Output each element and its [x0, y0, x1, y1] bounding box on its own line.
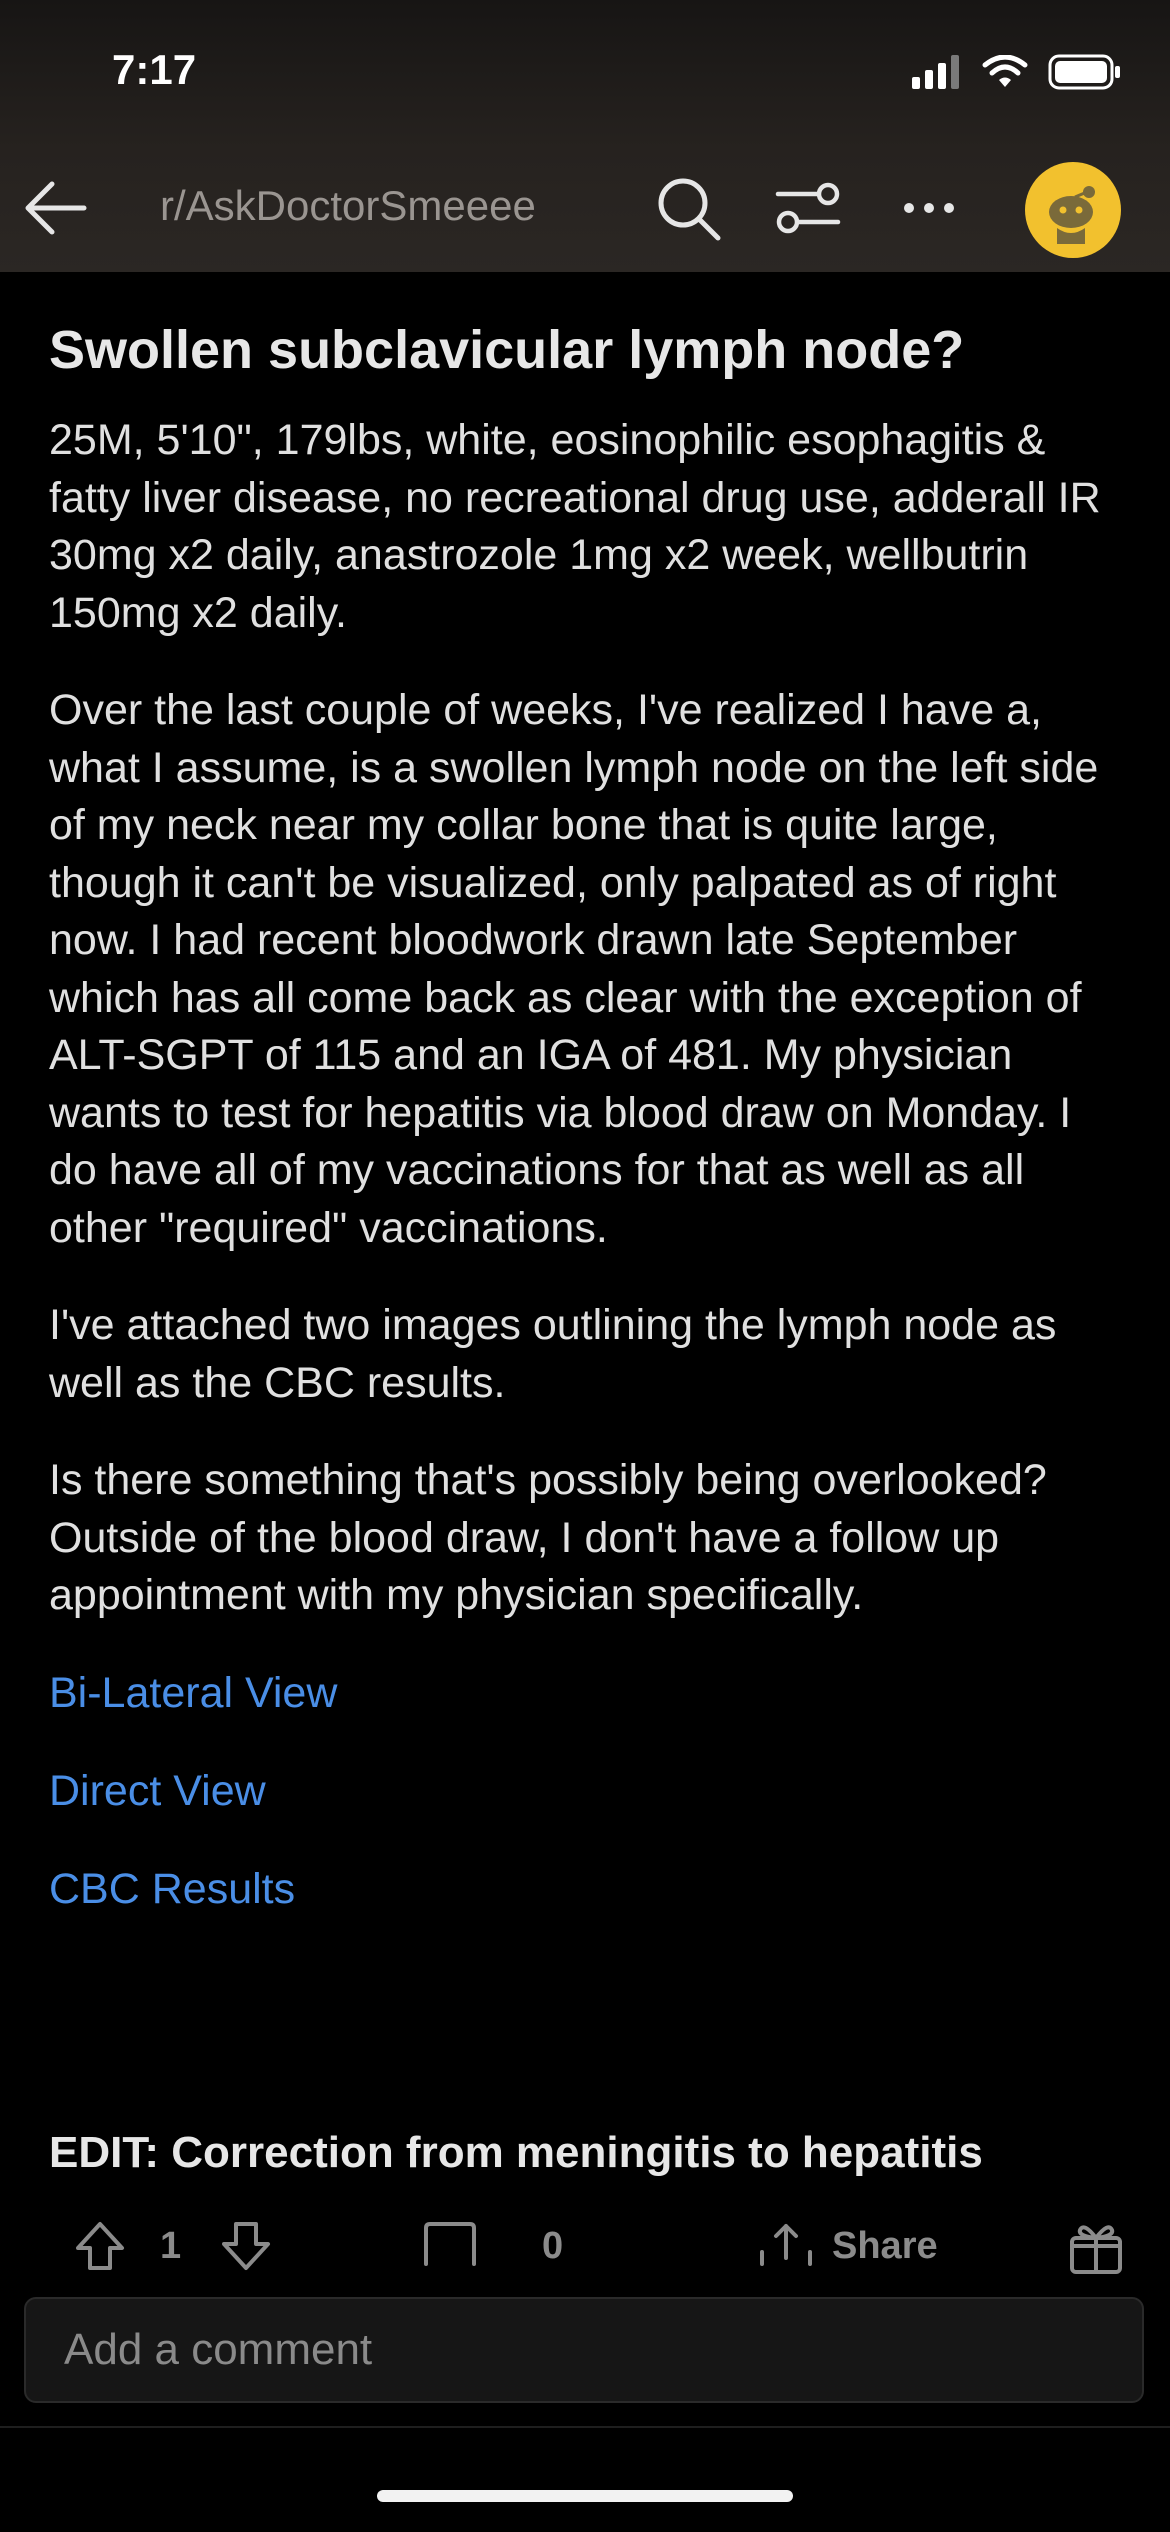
nav-bar: r/AskDoctorSmeeee — [0, 150, 1170, 260]
status-time: 7:17 — [112, 46, 197, 93]
snoo-avatar-icon — [1049, 186, 1095, 244]
comment-count: 0 — [542, 2224, 564, 2267]
downvote-button[interactable] — [218, 2210, 274, 2282]
bottom-divider — [0, 2426, 1170, 2428]
share-label: Share — [832, 2224, 938, 2267]
post-paragraph: Is there something that's possibly being… — [49, 1456, 1047, 1619]
subreddit-name[interactable]: r/AskDoctorSmeeee — [160, 182, 536, 230]
post-title: Swollen subclavicular lymph node? — [49, 320, 965, 380]
wifi-icon — [982, 55, 1028, 87]
search-icon[interactable] — [652, 172, 724, 244]
arrow-left-icon[interactable] — [20, 172, 92, 244]
share-icon — [760, 2224, 812, 2266]
status-icons — [912, 54, 1122, 90]
upvote-arrow-icon — [76, 2222, 124, 2270]
link-bi-lateral-view[interactable]: Bi-Lateral View — [49, 1665, 1124, 1722]
share-button[interactable]: Share — [756, 2210, 938, 2282]
post-paragraph: 25M, 5'10", 179lbs, white, eosinophilic … — [49, 416, 1101, 637]
link-cbc-results[interactable]: CBC Results — [49, 1861, 1124, 1918]
more-horizontal-icon[interactable] — [893, 172, 965, 244]
post-body: Swollen subclavicular lymph node? 25M, 5… — [49, 318, 1124, 1959]
award-button[interactable] — [1066, 2210, 1126, 2282]
cellular-signal-icon — [912, 55, 959, 89]
battery-icon — [1048, 54, 1120, 90]
sliders-icon[interactable] — [772, 172, 844, 244]
comments-button[interactable] — [420, 2210, 480, 2282]
post-action-bar: 1 0 Share — [0, 2210, 1170, 2282]
vote-score: 1 — [160, 2224, 182, 2267]
comment-bubble-icon — [424, 2222, 476, 2266]
upvote-button[interactable] — [72, 2210, 128, 2282]
app-header: 7:17 r/AskDoctorSmeeee — [0, 0, 1170, 272]
award-gift-icon — [1070, 2225, 1122, 2274]
downvote-arrow-icon — [222, 2222, 270, 2270]
post-paragraph: Over the last couple of weeks, I've real… — [49, 686, 1099, 1252]
home-indicator[interactable] — [377, 2490, 793, 2502]
user-avatar[interactable] — [1025, 162, 1121, 258]
post-edit-note: EDIT: Correction from meningitis to hepa… — [49, 2128, 983, 2177]
add-comment-input[interactable]: Add a comment — [24, 2297, 1144, 2403]
post-paragraph: I've attached two images outlining the l… — [49, 1301, 1057, 1407]
link-direct-view[interactable]: Direct View — [49, 1763, 1124, 1820]
